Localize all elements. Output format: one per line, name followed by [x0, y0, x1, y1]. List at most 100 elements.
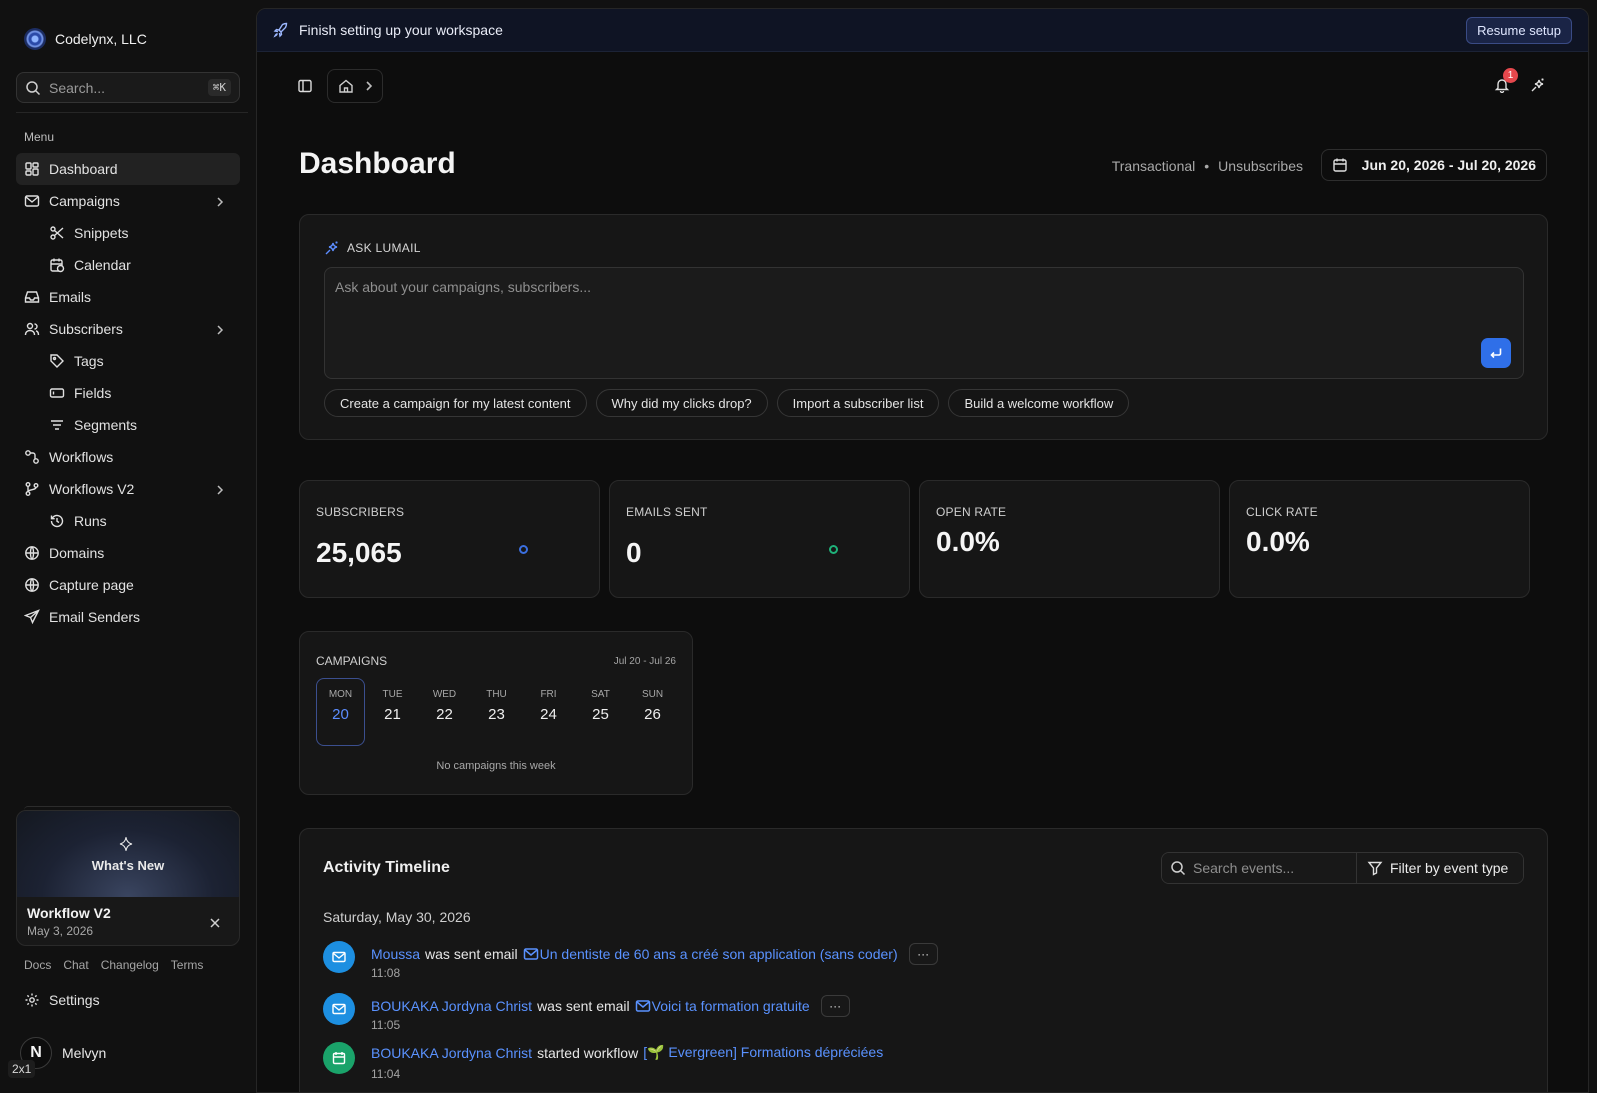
event-target-link[interactable]: Voici ta formation gratuite [652, 998, 810, 1014]
whats-new-title: Workflow V2 [27, 905, 111, 921]
sidebar-item-tags[interactable]: Tags [16, 345, 240, 377]
sidebar-item-settings[interactable]: Settings [24, 992, 100, 1008]
day-cell-sat[interactable]: SAT 25 [576, 678, 625, 746]
sidebar-item-segments[interactable]: Segments [16, 409, 240, 441]
day-name: FRI [540, 689, 557, 700]
chevron-right-icon[interactable] [212, 482, 228, 498]
settings-label: Settings [49, 992, 100, 1008]
event-target-link[interactable]: [🌱 Evergreen] Formations dépréciées [643, 1044, 883, 1061]
week-days: MON 20 TUE 21 WED 22 THU 23 FRI 24 SAT 25 SUN 2… [316, 678, 677, 746]
bell-icon[interactable]: 1 [1494, 68, 1518, 93]
suggestion-chip[interactable]: Import a subscriber list [776, 389, 940, 417]
sidebar-item-snippets[interactable]: Snippets [16, 217, 240, 249]
history-icon [49, 513, 65, 529]
stat-value: 0 [626, 537, 642, 568]
scissors-icon [49, 225, 65, 241]
sidebar-item-domains[interactable]: Domains [16, 537, 240, 569]
ask-input-placeholder: Ask about your campaigns, subscribers... [335, 279, 592, 295]
filter-event-type-button[interactable]: Filter by event type [1357, 853, 1523, 883]
sidebar-item-subscribers[interactable]: Subscribers [16, 313, 240, 345]
event-search-placeholder: Search events... [1193, 860, 1295, 876]
stat-card-open-rate[interactable]: OPEN RATE 0.0% [919, 480, 1220, 598]
org-switcher[interactable]: Codelynx, LLC [24, 28, 147, 50]
sidebar-item-dashboard[interactable]: Dashboard [16, 153, 240, 185]
ai-sparkles-icon[interactable] [1530, 77, 1546, 93]
event-actor-link[interactable]: BOUKAKA Jordyna Christ [371, 1045, 532, 1061]
sidebar-item-emails[interactable]: Emails [16, 281, 240, 313]
sidebar-item-email-senders[interactable]: Email Senders [16, 601, 240, 633]
suggestion-chips: Create a campaign for my latest content … [324, 389, 1130, 417]
day-name: MON [328, 689, 353, 700]
chevron-right-icon[interactable] [212, 322, 228, 338]
event-more-button[interactable]: ··· [820, 995, 850, 1017]
day-cell-thu[interactable]: THU 23 [472, 678, 521, 746]
day-cell-tue[interactable]: TUE 21 [368, 678, 417, 746]
event-search-input[interactable]: Search events... [1162, 853, 1357, 883]
sidebar-item-workflows-v2[interactable]: Workflows V2 [16, 473, 240, 505]
sidebar-item-label: Workflows [49, 449, 114, 465]
filter-unsubscribes[interactable]: Unsubscribes [1218, 158, 1303, 174]
tag-icon [49, 353, 65, 369]
ai-sparkles-icon [324, 240, 340, 256]
day-cell-mon[interactable]: MON 20 [316, 678, 365, 746]
footer-link-chat[interactable]: Chat [63, 958, 88, 972]
sidebar-item-capture-page[interactable]: Capture page [16, 569, 240, 601]
date-range-picker[interactable]: Jun 20, 2026 - Jul 20, 2026 [1320, 149, 1547, 181]
day-name: WED [432, 689, 457, 700]
whats-new-card[interactable]: What's New Workflow V2 May 3, 2026 [16, 810, 240, 946]
sidebar-toggle-icon[interactable] [297, 78, 313, 94]
event-target-link[interactable]: Un dentiste de 60 ans a créé son applica… [540, 946, 898, 962]
footer-link-terms[interactable]: Terms [171, 958, 204, 972]
day-number: 24 [540, 706, 557, 723]
sidebar-item-fields[interactable]: Fields [16, 377, 240, 409]
footer-link-docs[interactable]: Docs [24, 958, 51, 972]
search-icon [25, 80, 41, 96]
workflow-icon [24, 449, 40, 465]
sidebar-item-runs[interactable]: Runs [16, 505, 240, 537]
event-action: was sent email [537, 998, 630, 1014]
ask-send-button[interactable] [1481, 338, 1511, 368]
event-actor-link[interactable]: BOUKAKA Jordyna Christ [371, 998, 532, 1014]
org-name: Codelynx, LLC [55, 31, 147, 47]
stat-card-subscribers[interactable]: SUBSCRIBERS 25,065 [299, 480, 600, 598]
close-icon[interactable] [207, 915, 223, 931]
sidebar-item-campaigns[interactable]: Campaigns [16, 185, 240, 217]
globe-icon [24, 545, 40, 561]
event-more-button[interactable]: ··· [908, 943, 938, 965]
day-number: 23 [488, 706, 505, 723]
suggestion-chip[interactable]: Build a welcome workflow [948, 389, 1130, 417]
topbar [297, 69, 383, 103]
suggestion-chip[interactable]: Create a campaign for my latest content [324, 389, 587, 417]
filter-event-type-label: Filter by event type [1390, 860, 1509, 876]
event-line: BOUKAKA Jordyna Christ started workflow … [371, 1044, 883, 1061]
sidebar-item-label: Domains [49, 545, 105, 561]
event-time: 11:04 [371, 1067, 401, 1081]
day-cell-wed[interactable]: WED 22 [420, 678, 469, 746]
footer-links: Docs Chat Changelog Terms [24, 958, 203, 972]
chevron-right-icon[interactable] [212, 194, 228, 210]
event-actor-link[interactable]: Moussa [371, 946, 420, 962]
event-time: 11:05 [371, 1018, 401, 1032]
calendar-icon [1332, 157, 1348, 173]
topbar-actions: 1 [1494, 68, 1546, 93]
day-cell-fri[interactable]: FRI 24 [524, 678, 573, 746]
home-icon[interactable] [338, 78, 354, 94]
sidebar: Codelynx, LLC Search... ⌘K Menu Dashboar… [0, 0, 256, 1093]
suggestion-chip[interactable]: Why did my clicks drop? [595, 389, 768, 417]
setup-banner: Finish setting up your workspace Resume … [257, 9, 1588, 52]
stat-card-emails-sent[interactable]: EMAILS SENT 0 [609, 480, 910, 598]
dashboard-filters: Transactional • Unsubscribes [1112, 158, 1303, 174]
day-number: 20 [332, 706, 349, 723]
activity-timeline-card: Activity Timeline Search events... Filte… [299, 828, 1548, 1092]
ask-input[interactable]: Ask about your campaigns, subscribers... [324, 267, 1524, 379]
sidebar-search-input[interactable]: Search... ⌘K [16, 72, 240, 103]
footer-link-changelog[interactable]: Changelog [101, 958, 159, 972]
resume-setup-button[interactable]: Resume setup [1466, 16, 1572, 44]
ask-lumail-card: ASK LUMAIL Ask about your campaigns, sub… [299, 214, 1548, 440]
filter-transactional[interactable]: Transactional [1112, 158, 1196, 174]
sidebar-item-calendar[interactable]: Calendar [16, 249, 240, 281]
day-cell-sun[interactable]: SUN 26 [628, 678, 677, 746]
sidebar-item-workflows[interactable]: Workflows [16, 441, 240, 473]
stat-card-click-rate[interactable]: CLICK RATE 0.0% [1229, 480, 1530, 598]
sparkline-dot [829, 545, 838, 554]
